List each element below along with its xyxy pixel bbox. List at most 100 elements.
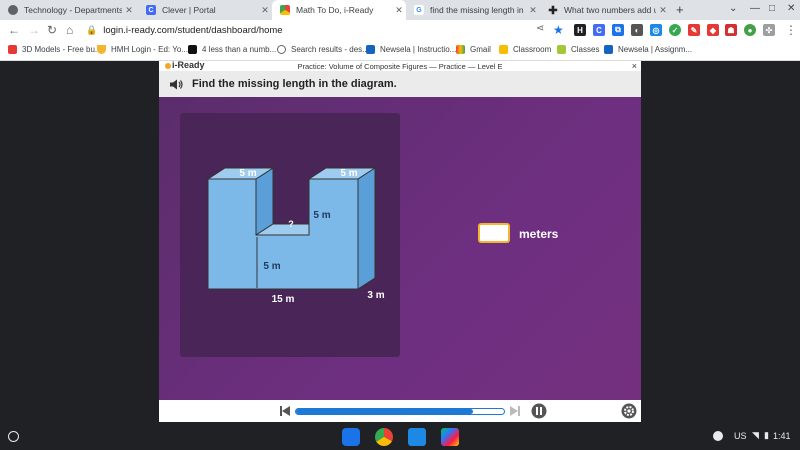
tab-clever[interactable]: C Clever | Portal ✕ <box>138 0 272 20</box>
clever-icon: C <box>146 5 156 15</box>
bookmark-label: 3D Models - Free bu... <box>22 45 102 54</box>
bookmark-icon <box>366 45 375 54</box>
close-window-icon[interactable]: ✕ <box>787 3 795 14</box>
composite-figure-diagram: 5 m 5 m ? 5 m 5 m 15 m 3 m <box>206 167 385 305</box>
pause-icon[interactable] <box>531 403 547 419</box>
question-bar: Find the missing length in the diagram. <box>159 71 641 97</box>
extension-icon[interactable]: ◐ <box>631 24 643 36</box>
label-left-height: 5 m <box>263 261 280 272</box>
skip-back-icon[interactable] <box>280 405 290 417</box>
clock[interactable]: 1:41 <box>773 431 791 441</box>
extension-icon[interactable]: ◆ <box>707 24 719 36</box>
ghost-extension-icon[interactable]: ☗ <box>725 24 737 36</box>
tab-technology[interactable]: Technology - Departments - H ✕ <box>0 0 136 20</box>
lock-icon: 🔒 <box>86 25 98 35</box>
bookmark-item[interactable]: 3D Models - Free bu... <box>8 45 102 54</box>
tab-title: Technology - Departments - H <box>24 5 122 15</box>
close-icon[interactable]: ✕ <box>656 5 670 16</box>
bookmark-icon <box>97 45 106 54</box>
bookmark-item[interactable]: Gmail <box>456 45 491 54</box>
bookmark-item[interactable]: Newsela | Assignm... <box>604 45 692 54</box>
bookmarks-bar: 3D Models - Free bu... HMH Login - Ed: Y… <box>0 42 800 61</box>
notification-icon[interactable] <box>713 431 723 441</box>
answer-input[interactable] <box>478 223 510 243</box>
search-icon <box>277 45 286 54</box>
bookmark-star-icon[interactable]: ★ <box>553 23 564 37</box>
url-text: login.i-ready.com/student/dashboard/home <box>103 25 283 36</box>
launcher-icon[interactable] <box>8 431 19 442</box>
tab-title: What two numbers add up to <box>564 5 656 15</box>
maximize-icon[interactable]: □ <box>769 3 775 14</box>
extension-icon[interactable]: ✎ <box>688 24 700 36</box>
settings-gear-icon[interactable] <box>621 403 637 419</box>
bookmark-item[interactable]: Search results - des... <box>277 45 369 54</box>
tab-title: Math To Do, i-Ready <box>296 5 374 15</box>
close-icon[interactable]: ✕ <box>526 5 540 16</box>
browser-toolbar: ← → ↻ ⌂ 🔒 login.i-ready.com/student/dash… <box>0 20 800 42</box>
extension-icon[interactable]: ● <box>744 24 756 36</box>
progress-bar[interactable] <box>295 408 505 415</box>
minimize-icon[interactable]: — <box>750 3 760 14</box>
back-icon[interactable]: ← <box>8 23 20 37</box>
files-icon[interactable] <box>408 428 426 446</box>
globe-icon <box>8 5 18 15</box>
battery-icon: ▮ <box>764 430 769 440</box>
bookmark-label: 4 less than a numb... <box>202 45 277 54</box>
meet-icon[interactable] <box>342 428 360 446</box>
label-depth: 3 m <box>367 290 384 301</box>
chrome-icon <box>280 5 290 15</box>
bookmark-label: HMH Login - Ed: Yo... <box>111 45 188 54</box>
menu-icon[interactable]: ⋮ <box>785 23 797 37</box>
classes-icon <box>557 45 566 54</box>
puzzle-icon[interactable]: ✣ <box>763 24 775 36</box>
share-icon[interactable]: ⋖ <box>536 23 544 34</box>
forward-icon[interactable]: → <box>28 23 40 37</box>
close-icon[interactable]: ✕ <box>258 5 272 16</box>
extension-icon[interactable]: ⧉ <box>612 24 624 36</box>
bookmark-label: Newsela | Instructio... <box>380 45 457 54</box>
label-top-left: 5 m <box>239 168 256 179</box>
close-icon[interactable]: ✕ <box>392 5 406 16</box>
chevron-down-icon[interactable]: ⌄ <box>729 3 737 14</box>
unit-label: meters <box>519 227 559 241</box>
address-bar[interactable]: 🔒 login.i-ready.com/student/dashboard/ho… <box>86 22 526 39</box>
locale-indicator[interactable]: US <box>734 431 747 441</box>
play-store-icon[interactable] <box>441 428 459 446</box>
label-unknown: ? <box>288 219 294 229</box>
tab-brainly[interactable]: ✚ What two numbers add up to ✕ <box>540 0 670 20</box>
tab-strip: Technology - Departments - H ✕ C Clever … <box>0 0 800 20</box>
practice-title: Practice: Volume of Composite Figures — … <box>297 62 503 71</box>
tab-iready[interactable]: Math To Do, i-Ready ✕ <box>272 0 406 20</box>
gmail-icon <box>456 45 465 54</box>
close-button[interactable]: × <box>632 61 637 71</box>
tab-title: Clever | Portal <box>162 5 216 15</box>
speaker-icon[interactable] <box>169 79 183 90</box>
close-icon[interactable]: ✕ <box>122 5 136 16</box>
skip-forward-icon[interactable] <box>510 405 520 417</box>
google-icon: G <box>414 5 424 15</box>
extension-icon[interactable]: H <box>574 24 586 36</box>
bookmark-item[interactable]: Classes <box>557 45 599 54</box>
home-icon[interactable]: ⌂ <box>66 23 73 37</box>
extension-icon[interactable]: ◎ <box>650 24 662 36</box>
extension-icon[interactable]: ✓ <box>669 24 681 36</box>
label-inner-height: 5 m <box>313 210 330 221</box>
new-tab-button[interactable]: + <box>676 2 684 17</box>
tab-google-search[interactable]: G find the missing length in the ✕ <box>406 0 540 20</box>
clever-extension-icon[interactable]: C <box>593 24 605 36</box>
bookmark-item[interactable]: 4 less than a numb... <box>188 45 276 54</box>
question-stage: 5 m 5 m ? 5 m 5 m 15 m 3 m meters <box>159 97 641 401</box>
classroom-icon <box>499 45 508 54</box>
progress-fill <box>296 409 473 414</box>
bookmark-label: Classroom <box>513 45 552 54</box>
bookmark-label: Search results - des... <box>291 45 369 54</box>
chrome-icon[interactable] <box>375 428 393 446</box>
bookmark-item[interactable]: Newsela | Instructio... <box>366 45 456 54</box>
os-shelf: US ◥ ▮ 1:41 <box>0 423 800 450</box>
bookmark-item[interactable]: Classroom <box>499 45 551 54</box>
question-text: Find the missing length in the diagram. <box>192 78 397 90</box>
bookmark-item[interactable]: HMH Login - Ed: Yo... <box>97 45 188 54</box>
reload-icon[interactable]: ↻ <box>47 23 57 37</box>
page-content: i-Ready Practice: Volume of Composite Fi… <box>0 60 800 423</box>
diagram-panel: 5 m 5 m ? 5 m 5 m 15 m 3 m <box>180 113 400 357</box>
